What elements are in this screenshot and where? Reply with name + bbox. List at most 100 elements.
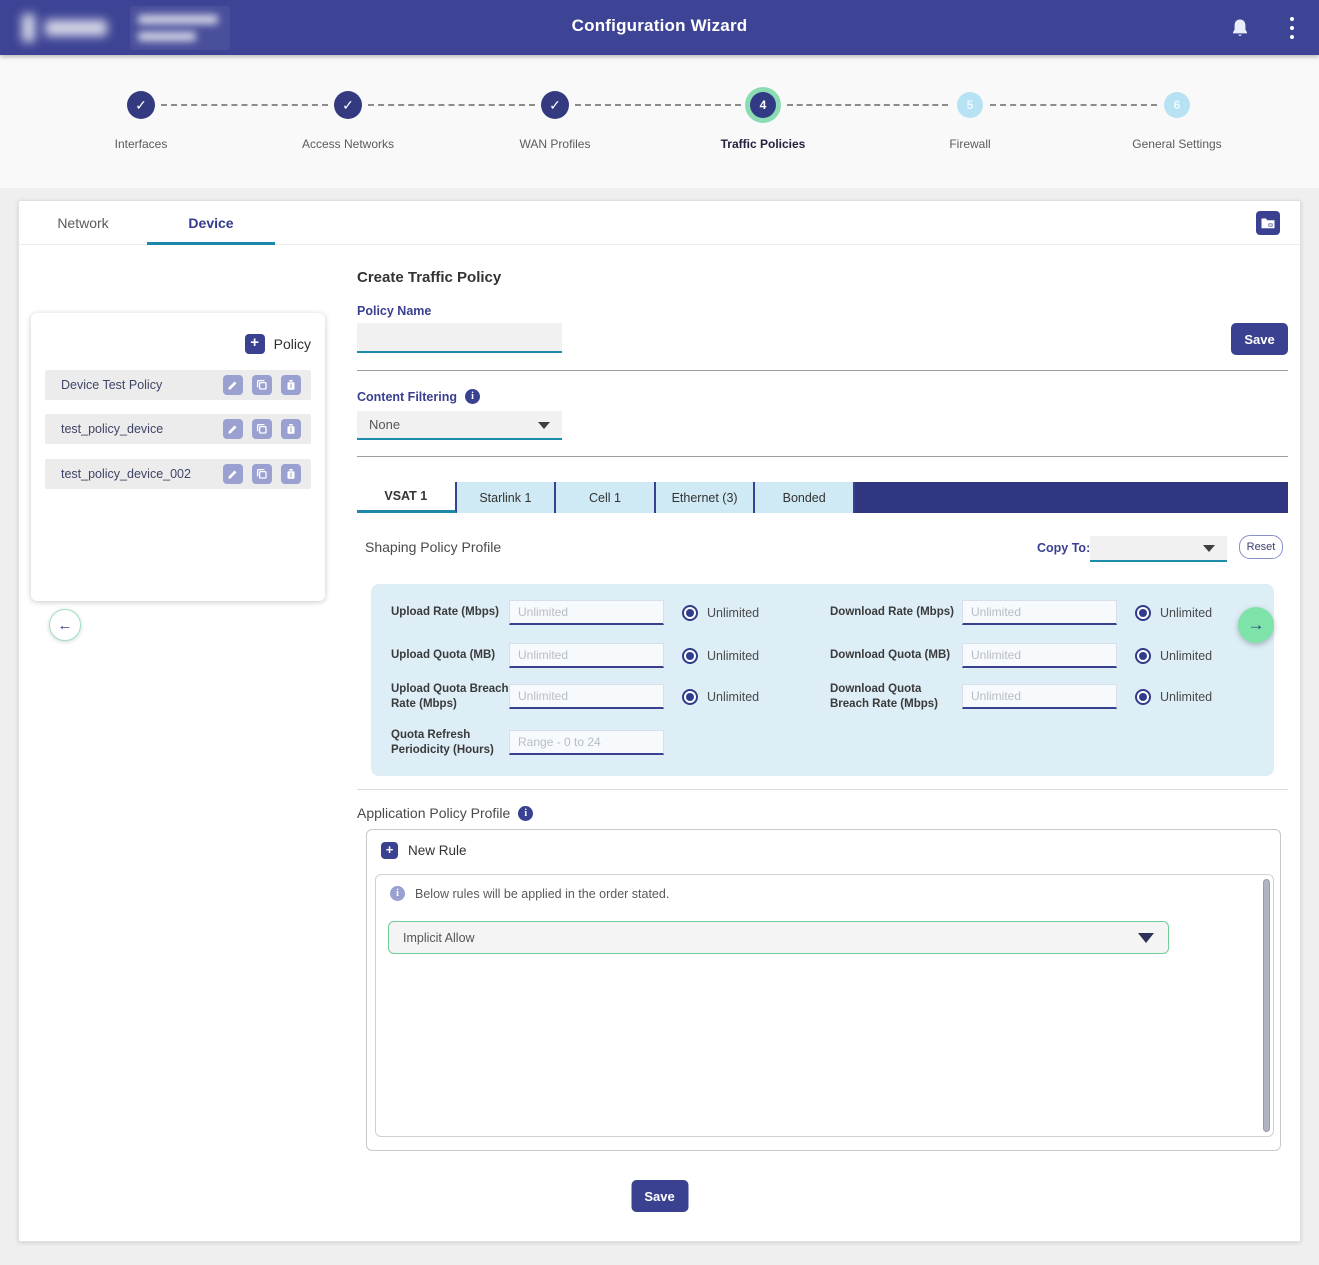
tab-bonded[interactable]: Bonded — [755, 482, 855, 513]
step-number: 4 — [750, 92, 776, 118]
info-icon[interactable]: i — [465, 389, 480, 404]
download-quota-unlimited-radio[interactable]: Unlimited — [1135, 648, 1267, 664]
rule-name: Implicit Allow — [403, 931, 1138, 945]
info-icon: i — [390, 886, 405, 901]
policy-list-item[interactable]: test_policy_device_002 — [45, 459, 311, 489]
new-rule-button[interactable]: + New Rule — [381, 842, 467, 859]
delete-policy-button[interactable] — [281, 375, 301, 395]
radio-icon[interactable] — [1135, 605, 1151, 621]
delete-policy-button[interactable] — [281, 419, 301, 439]
overflow-menu-icon[interactable] — [1287, 17, 1297, 39]
add-policy-label: Policy — [274, 336, 311, 352]
chevron-down-icon — [538, 422, 550, 429]
radio-icon[interactable] — [1135, 648, 1151, 664]
check-icon: ✓ — [127, 91, 155, 119]
quota-refresh-periodicity-input[interactable] — [509, 730, 664, 755]
back-button[interactable]: ← — [49, 609, 81, 641]
add-policy-button[interactable]: + Policy — [245, 334, 311, 354]
interface-tabbar: VSAT 1 Starlink 1 Cell 1 Ethernet (3) Bo… — [357, 482, 1288, 513]
form-heading: Create Traffic Policy — [357, 269, 501, 286]
chevron-down-icon — [1203, 545, 1215, 552]
copy-icon — [256, 423, 268, 435]
content-filtering-select[interactable]: None — [357, 411, 562, 440]
tab-ethernet-3[interactable]: Ethernet (3) — [656, 482, 756, 513]
upload-rate-input[interactable] — [509, 600, 664, 625]
policy-list-panel: + Policy Device Test Policy test_policy_… — [31, 313, 325, 601]
trash-icon — [285, 468, 297, 480]
rules-info-text: Below rules will be applied in the order… — [415, 887, 669, 901]
forward-arrow-icon: → — [1248, 615, 1265, 635]
trash-icon — [285, 379, 297, 391]
rules-list-panel: i Below rules will be applied in the ord… — [375, 874, 1274, 1137]
download-quota-input[interactable] — [962, 643, 1117, 668]
check-icon: ✓ — [334, 91, 362, 119]
step-traffic-policies[interactable]: 4 Traffic Policies — [673, 85, 853, 151]
step-label: General Settings — [1087, 137, 1267, 151]
step-interfaces[interactable]: ✓ Interfaces — [51, 85, 231, 151]
download-breach-unlimited-radio[interactable]: Unlimited — [1135, 689, 1267, 705]
rules-scrollbar[interactable] — [1263, 879, 1270, 1132]
copy-icon — [256, 468, 268, 480]
reset-button[interactable]: Reset — [1239, 535, 1283, 559]
policy-list-item[interactable]: Device Test Policy — [45, 370, 311, 400]
upload-breach-unlimited-radio[interactable]: Unlimited — [682, 689, 814, 705]
back-arrow-icon: ← — [58, 617, 73, 634]
step-label: Traffic Policies — [673, 137, 853, 151]
notifications-bell-icon[interactable] — [1231, 18, 1249, 38]
info-icon[interactable]: i — [518, 806, 533, 821]
copy-policy-button[interactable] — [252, 419, 272, 439]
copy-to-select[interactable] — [1090, 536, 1227, 562]
divider — [357, 789, 1288, 790]
plus-icon: + — [245, 334, 265, 354]
tab-network[interactable]: Network — [19, 201, 147, 245]
upload-rate-unlimited-radio[interactable]: Unlimited — [682, 605, 814, 621]
edit-policy-button[interactable] — [223, 464, 243, 484]
application-profile-title: Application Policy Profile — [357, 805, 510, 821]
upload-quota-unlimited-radio[interactable]: Unlimited — [682, 648, 814, 664]
tab-vsat-1[interactable]: VSAT 1 — [357, 482, 457, 513]
radio-icon[interactable] — [682, 689, 698, 705]
save-traffic-policy-button[interactable]: Save — [631, 1180, 688, 1212]
open-folder-button[interactable] — [1256, 211, 1280, 235]
edit-policy-button[interactable] — [223, 375, 243, 395]
field-label: Quota Refresh Periodicity (Hours) — [391, 728, 509, 758]
download-rate-input[interactable] — [962, 600, 1117, 625]
radio-icon[interactable] — [682, 605, 698, 621]
field-label: Download Rate (Mbps) — [830, 605, 962, 620]
shaping-policy-panel: Upload Rate (Mbps) Unlimited Download Ra… — [371, 584, 1274, 776]
divider — [357, 456, 1288, 457]
chevron-down-icon[interactable] — [1138, 933, 1154, 943]
wizard-stepper: ✓ Interfaces ✓ Access Networks ✓ WAN Pro… — [0, 55, 1319, 188]
step-general-settings[interactable]: 6 General Settings — [1087, 85, 1267, 151]
copy-policy-button[interactable] — [252, 375, 272, 395]
folder-icon — [1261, 217, 1275, 229]
copy-to-label: Copy To: — [1037, 541, 1090, 555]
copy-policy-button[interactable] — [252, 464, 272, 484]
pencil-icon — [227, 423, 239, 435]
step-firewall[interactable]: 5 Firewall — [880, 85, 1060, 151]
save-policy-button[interactable]: Save — [1231, 323, 1288, 355]
radio-icon[interactable] — [682, 648, 698, 664]
rule-implicit-allow[interactable]: Implicit Allow — [388, 921, 1169, 954]
step-label: Access Networks — [258, 137, 438, 151]
upload-quota-breach-rate-input[interactable] — [509, 684, 664, 709]
tab-cell-1[interactable]: Cell 1 — [556, 482, 656, 513]
edit-policy-button[interactable] — [223, 419, 243, 439]
policy-name-input[interactable] — [357, 323, 562, 353]
pencil-icon — [227, 379, 239, 391]
next-interface-button[interactable]: → — [1238, 607, 1274, 643]
policy-list-item[interactable]: test_policy_device — [45, 414, 311, 444]
shaping-profile-title: Shaping Policy Profile — [365, 539, 501, 555]
step-wan-profiles[interactable]: ✓ WAN Profiles — [465, 85, 645, 151]
radio-icon[interactable] — [1135, 689, 1151, 705]
policy-name: Device Test Policy — [61, 378, 214, 392]
tab-starlink-1[interactable]: Starlink 1 — [457, 482, 557, 513]
step-access-networks[interactable]: ✓ Access Networks — [258, 85, 438, 151]
application-rules-card: + New Rule i Below rules will be applied… — [366, 829, 1281, 1151]
download-quota-breach-rate-input[interactable] — [962, 684, 1117, 709]
upload-quota-input[interactable] — [509, 643, 664, 668]
delete-policy-button[interactable] — [281, 464, 301, 484]
tab-device[interactable]: Device — [147, 201, 275, 245]
pencil-icon — [227, 468, 239, 480]
app-header: Configuration Wizard — [0, 0, 1319, 55]
